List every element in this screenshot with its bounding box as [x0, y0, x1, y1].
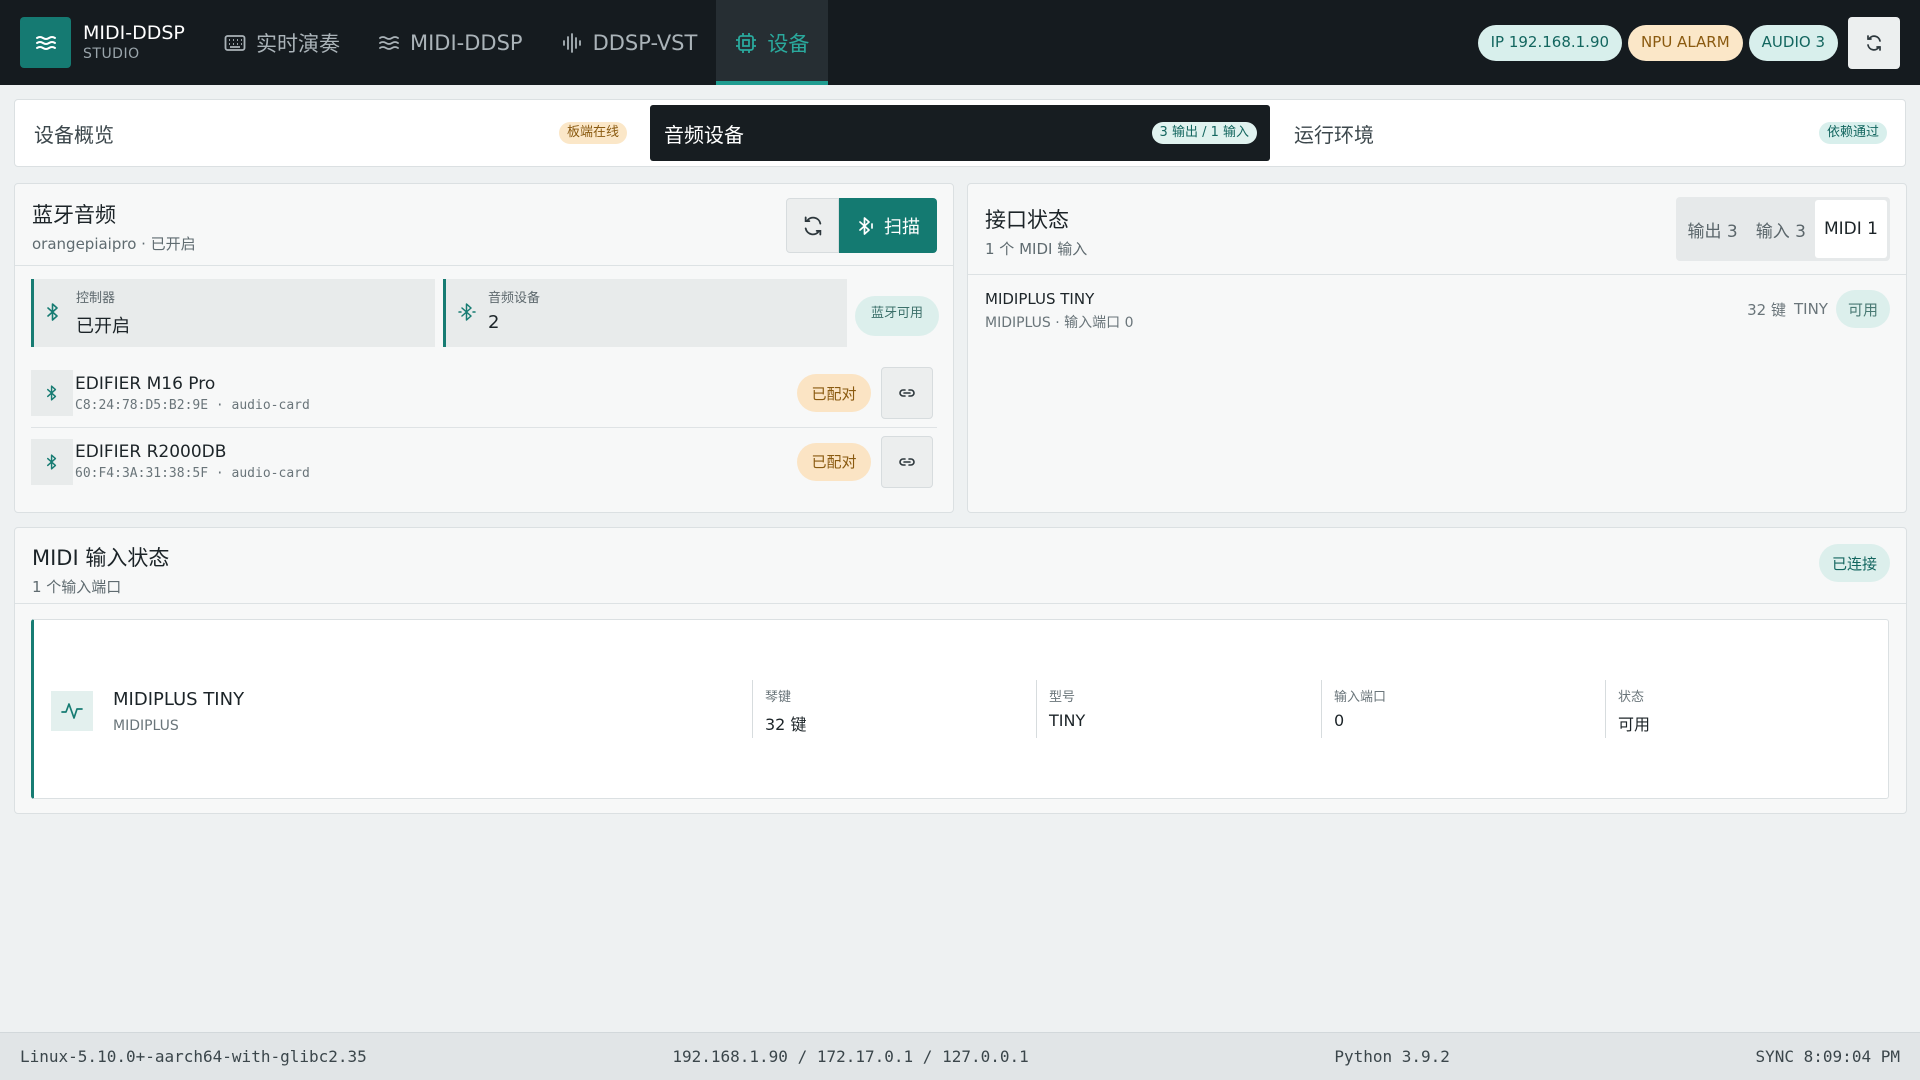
keyboard-icon	[224, 34, 246, 51]
brand-subtitle: STUDIO	[83, 45, 140, 62]
nav-devices[interactable]: 设备	[716, 0, 829, 85]
nav-label: MIDI-DDSP	[410, 30, 523, 55]
device-name: EDIFIER M16 Pro	[75, 373, 216, 394]
top-bar: MIDI-DDSP STUDIO 实时演奏 MIDI-DDSP DDSP-VST…	[0, 0, 1920, 85]
connect-button[interactable]	[881, 367, 933, 419]
brand[interactable]: MIDI-DDSP STUDIO	[0, 0, 205, 85]
device-name: EDIFIER R2000DB	[75, 442, 227, 462]
field-label: 输入端口	[1334, 690, 1387, 705]
audio-devices-stat: 音频设备 2	[443, 279, 847, 347]
field-label: 状态	[1618, 690, 1645, 705]
segment-outputs[interactable]: 输出 3	[1679, 200, 1747, 258]
controller-stat: 控制器 已开启	[31, 279, 435, 347]
bluetooth-device-list: EDIFIER M16 Pro C8:24:78:D5:B2:9E · audi…	[15, 359, 953, 495]
tab-audio-devices[interactable]: 音频设备 3 输出 / 1 输入	[650, 105, 1270, 161]
field-value: 32 键	[765, 715, 807, 734]
stat-value: 2	[488, 312, 500, 333]
main-nav: 实时演奏 MIDI-DDSP DDSP-VST 设备	[205, 0, 829, 85]
status-footer: Linux-5.10.0+-aarch64-with-glibc2.35 192…	[0, 1032, 1920, 1080]
platform-info: Linux-5.10.0+-aarch64-with-glibc2.35	[20, 1047, 367, 1066]
link-icon	[899, 389, 915, 397]
model-field: 型号 TINY	[1036, 680, 1085, 738]
bluetooth-scan-icon	[859, 216, 873, 235]
bluetooth-icon	[31, 438, 73, 485]
field-value: 0	[1334, 711, 1345, 730]
midi-input-status-panel: MIDI 输入状态 1 个输入端口 已连接 MIDIPLUS TINY MIDI…	[14, 527, 1907, 814]
bluetooth-refresh-button[interactable]	[786, 198, 839, 253]
interface-status-panel: 接口状态 1 个 MIDI 输入 输出 3 输入 3 MIDI 1 MIDIPL…	[967, 183, 1907, 513]
deps-passed-badge: 依赖通过	[1818, 122, 1887, 144]
panel-subtitle: 1 个输入端口	[32, 578, 122, 596]
activity-icon	[51, 691, 93, 731]
brand-title: MIDI-DDSP	[83, 21, 185, 44]
python-version: Python 3.9.2	[1334, 1047, 1450, 1066]
device-meta: 60:F4:3A:31:38:5F · audio-card	[75, 466, 310, 481]
interface-segmented-control: 输出 3 输入 3 MIDI 1	[1675, 197, 1890, 261]
field-value: 可用	[1618, 715, 1651, 734]
connected-badge: 已连接	[1818, 544, 1890, 582]
device-tabs: 设备概览 板端在线 音频设备 3 输出 / 1 输入 运行环境 依赖通过	[14, 99, 1906, 167]
bluetooth-audio-panel: 蓝牙音频 orangepiaipro · 已开启 扫描 控制器 已开启 音频设备…	[14, 183, 954, 513]
refresh-icon	[804, 216, 821, 235]
list-item[interactable]: EDIFIER R2000DB 60:F4:3A:31:38:5F · audi…	[31, 427, 937, 495]
device-meta: C8:24:78:D5:B2:9E · audio-card	[75, 397, 310, 413]
connect-button[interactable]	[881, 435, 933, 488]
logo-waves-icon	[20, 17, 71, 68]
audio-count-badge: AUDIO 3	[1748, 24, 1838, 61]
input-port-field: 输入端口 0	[1321, 680, 1386, 738]
status-badge: 可用	[1835, 290, 1890, 328]
midi-device-name: MIDIPLUS TINY	[113, 689, 245, 710]
field-label: 琴键	[765, 690, 792, 705]
ip-badge: IP 192.168.1.90	[1477, 24, 1623, 61]
tab-label: 音频设备	[664, 122, 744, 147]
tab-overview[interactable]: 设备概览 板端在线	[20, 105, 640, 161]
nav-label: 设备	[767, 31, 810, 56]
scan-label: 扫描	[884, 216, 920, 238]
nav-label: 实时演奏	[256, 31, 340, 56]
field-label: 型号	[1049, 690, 1076, 705]
list-item[interactable]: MIDIPLUS TINY MIDIPLUS · 输入端口 0 32 键 TIN…	[968, 275, 1906, 347]
waveform-icon	[562, 32, 581, 53]
nav-label: DDSP-VST	[592, 30, 698, 55]
link-icon	[899, 457, 915, 466]
stat-label: 控制器	[76, 291, 116, 306]
midi-device-card: MIDIPLUS TINY MIDIPLUS 琴键 32 键 型号 TINY 输…	[31, 619, 1889, 799]
waves-icon	[379, 35, 399, 50]
npu-alarm-badge: NPU ALARM	[1628, 24, 1743, 61]
panel-title: MIDI 输入状态	[32, 546, 170, 570]
midi-device-brand: MIDIPLUS	[113, 718, 179, 734]
stat-value: 已开启	[76, 316, 130, 337]
model-name: TINY	[1794, 300, 1828, 318]
ip-addresses: 192.168.1.90 / 172.17.0.1 / 127.0.0.1	[672, 1047, 1029, 1066]
tab-runtime[interactable]: 运行环境 依赖通过	[1280, 105, 1900, 161]
scan-button[interactable]: 扫描	[839, 198, 937, 253]
board-online-badge: 板端在线	[558, 122, 627, 144]
bluetooth-icon	[47, 303, 58, 321]
bluetooth-icon	[31, 370, 73, 416]
nav-live-performance[interactable]: 实时演奏	[205, 0, 359, 85]
keys-field: 琴键 32 键	[752, 680, 806, 738]
bluetooth-scan-icon	[458, 303, 476, 321]
segment-inputs[interactable]: 输入 3	[1747, 200, 1815, 258]
refresh-icon	[1867, 34, 1881, 51]
paired-badge: 已配对	[797, 442, 871, 481]
segment-midi[interactable]: MIDI 1	[1814, 200, 1887, 258]
refresh-button[interactable]	[1848, 16, 1900, 69]
nav-ddsp-vst[interactable]: DDSP-VST	[542, 0, 717, 85]
io-count-badge: 3 输出 / 1 输入	[1151, 122, 1257, 144]
tab-label: 设备概览	[34, 122, 114, 147]
stat-label: 音频设备	[488, 291, 541, 306]
bluetooth-available-badge: 蓝牙可用	[855, 296, 939, 336]
key-count: 32 键	[1747, 300, 1786, 319]
sync-time: SYNC 8:09:04 PM	[1755, 1047, 1900, 1066]
list-item[interactable]: EDIFIER M16 Pro C8:24:78:D5:B2:9E · audi…	[31, 359, 937, 427]
nav-midi-ddsp[interactable]: MIDI-DDSP	[359, 0, 542, 85]
tab-label: 运行环境	[1294, 122, 1374, 147]
chip-icon	[736, 32, 757, 53]
status-field: 状态 可用	[1605, 680, 1650, 738]
paired-badge: 已配对	[797, 374, 871, 412]
field-value: TINY	[1049, 711, 1086, 730]
